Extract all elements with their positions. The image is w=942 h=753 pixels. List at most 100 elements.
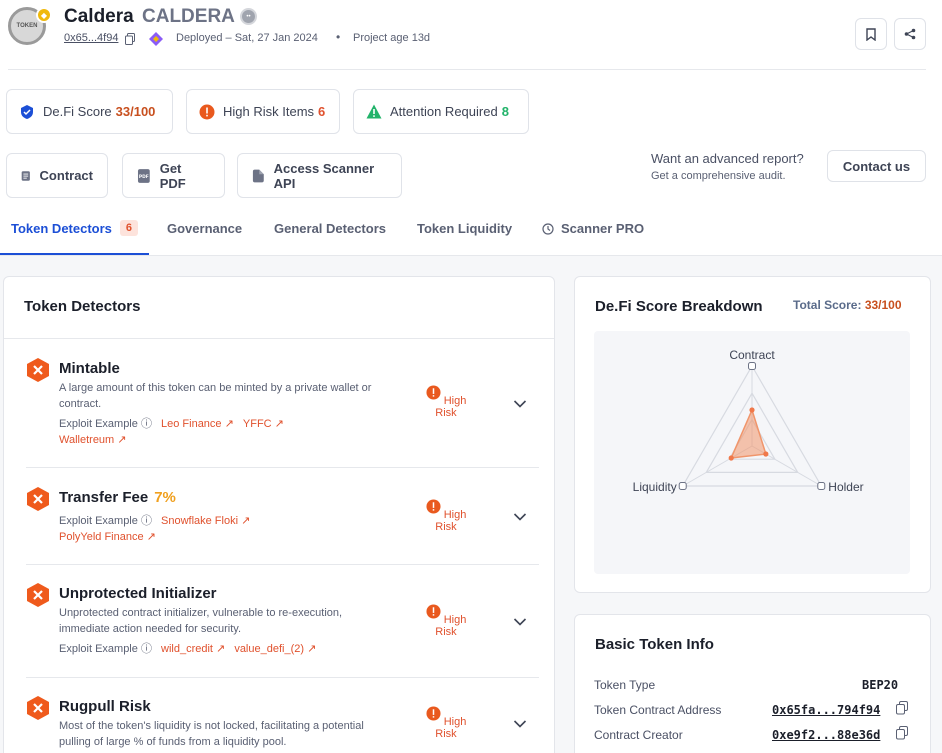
- exploit-link[interactable]: Snowflake Floki: [161, 515, 238, 527]
- external-link-icon: ↗: [271, 418, 284, 430]
- detector-description: A large amount of this token can be mint…: [59, 382, 372, 410]
- tab-label: Governance: [167, 221, 243, 236]
- advanced-report-title: Want an advanced report?: [651, 151, 804, 166]
- exploit-link[interactable]: Walletreum: [59, 434, 114, 446]
- detector-title: Unprotected Initializer: [59, 585, 217, 602]
- header-divider: [8, 69, 926, 70]
- token-header: TOKEN ◆ Caldera CALDERA •• 0x65...4f94 D…: [0, 0, 942, 70]
- tab-label: Token Detectors: [11, 220, 112, 236]
- alert-circle-icon: [426, 499, 441, 514]
- external-link-icon: ↗: [212, 643, 226, 655]
- tab-token-liquidity[interactable]: Token Liquidity: [417, 221, 512, 236]
- danger-hexagon-icon: [27, 358, 49, 382]
- advanced-report-subtitle: Get a comprehensive audit.: [651, 170, 786, 182]
- copy-icon[interactable]: [896, 701, 908, 715]
- exploit-link[interactable]: wild_credit: [161, 643, 213, 655]
- token-symbol: CALDERA: [142, 6, 235, 27]
- detector-title-text: Transfer Fee: [59, 489, 149, 506]
- detector-description: Unprotected contract initializer, vulner…: [59, 607, 343, 635]
- active-tab-indicator: [0, 253, 149, 255]
- tab-count-badge: 6: [119, 220, 139, 236]
- radar-chart-container: Contract Holder Liquidity: [594, 331, 910, 574]
- risk-badge: High Risk: [422, 706, 470, 740]
- contract-button[interactable]: Contract: [6, 153, 108, 198]
- contact-us-button[interactable]: Contact us: [827, 150, 926, 182]
- risk-badge: High Risk: [422, 604, 470, 638]
- radar-axis-handle: [748, 362, 756, 370]
- copy-icon[interactable]: [896, 726, 908, 740]
- bookmark-button[interactable]: [855, 18, 887, 50]
- tab-label: Token Liquidity: [417, 221, 513, 236]
- scanner-api-button[interactable]: Access Scanner API: [237, 153, 402, 198]
- tab-general-detectors[interactable]: General Detectors: [274, 221, 386, 236]
- radar-point-holder: [763, 451, 769, 457]
- risk-badge: High Risk: [422, 499, 470, 533]
- danger-hexagon-icon: [27, 583, 49, 607]
- tab-scanner-pro[interactable]: Scanner PRO: [542, 221, 644, 236]
- project-age: Project age 13d: [353, 32, 431, 44]
- exploit-link[interactable]: YFFC: [243, 418, 272, 430]
- defi-score-pill[interactable]: De.Fi Score 33/100: [6, 89, 173, 134]
- copy-icon[interactable]: [125, 33, 135, 45]
- chevron-down-icon[interactable]: [513, 399, 527, 409]
- radar-point-contract: [749, 407, 755, 413]
- chevron-down-icon[interactable]: [513, 719, 527, 729]
- share-button[interactable]: [894, 18, 926, 50]
- defi-score-value: 33/100: [115, 104, 156, 119]
- unverified-icon: ••: [240, 8, 257, 25]
- deployed-date: Deployed – Sat, 27 Jan 2024: [176, 32, 318, 44]
- scanner-api-label: Access Scanner API: [273, 160, 375, 191]
- chevron-down-icon[interactable]: [513, 617, 527, 627]
- tab-label: General Detectors: [274, 221, 386, 236]
- high-risk-pill[interactable]: High Risk Items 6: [186, 89, 340, 134]
- bookmark-icon: [866, 27, 876, 41]
- get-pdf-button[interactable]: PDF Get PDF: [122, 153, 225, 198]
- detector-tabs: Token Detectors 6 Governance General Det…: [0, 208, 942, 256]
- token-logo-text: TOKEN: [16, 23, 38, 29]
- chevron-down-icon[interactable]: [513, 512, 527, 522]
- external-link-icon: ↗: [114, 434, 127, 446]
- radar-axis-handle: [817, 482, 826, 490]
- help-icon: ⓘ: [140, 515, 152, 527]
- document-icon: [21, 170, 30, 181]
- tab-token-detectors[interactable]: Token Detectors 6: [11, 220, 139, 236]
- card-title: Token Detectors: [24, 298, 141, 315]
- alert-circle-icon: [426, 385, 441, 400]
- help-icon: ⓘ: [140, 643, 152, 655]
- exploit-label: Exploit Example: [59, 515, 138, 527]
- info-label: Token Type: [594, 678, 656, 692]
- exploit-link[interactable]: PolyYeld Finance: [59, 531, 144, 543]
- pdf-icon: PDF: [137, 168, 150, 183]
- radar-point-liquidity: [728, 455, 734, 461]
- info-label: Contract Creator: [594, 728, 683, 742]
- creator-address-link[interactable]: 0xe9f2...88e36d: [772, 728, 880, 742]
- exploit-examples: Exploit Example ⓘ Snowflake Floki ↗ Poly…: [59, 513, 389, 545]
- external-link-icon: ↗: [143, 531, 156, 543]
- exploit-link[interactable]: Leo Finance: [161, 418, 222, 430]
- share-icon: [904, 28, 916, 40]
- attention-pill[interactable]: Attention Required 8: [353, 89, 529, 134]
- card-title: Basic Token Info: [595, 636, 714, 653]
- file-icon: [252, 169, 264, 182]
- clock-icon: [542, 222, 554, 235]
- total-score: Total Score: 33/100: [793, 298, 902, 312]
- defi-shield-icon: [19, 104, 35, 120]
- svg-text:PDF: PDF: [139, 173, 149, 179]
- high-risk-label: High Risk Items: [223, 104, 315, 119]
- token-name: Caldera: [64, 6, 134, 27]
- total-score-label: Total Score:: [793, 298, 862, 312]
- token-address-link[interactable]: 0x65...4f94: [64, 32, 118, 44]
- detector-title: Mintable: [59, 360, 120, 377]
- exploit-examples: Exploit Example ⓘ wild_credit ↗ value_de…: [59, 641, 389, 657]
- danger-hexagon-icon: [27, 487, 49, 511]
- defi-score-label: De.Fi Score: [43, 104, 112, 119]
- exploit-link[interactable]: value_defi_(2): [234, 643, 304, 655]
- contract-address-link[interactable]: 0x65fa...794f94: [772, 703, 880, 717]
- detector-divider: [26, 677, 539, 678]
- tab-label: Scanner PRO: [561, 221, 645, 236]
- info-row-contract-address: Token Contract Address 0x65fa...794f94: [594, 701, 910, 717]
- alert-circle-icon: [426, 706, 441, 721]
- alert-circle-icon: [426, 604, 441, 619]
- tab-governance[interactable]: Governance: [167, 221, 242, 236]
- radar-chart: Contract Holder Liquidity: [633, 348, 864, 494]
